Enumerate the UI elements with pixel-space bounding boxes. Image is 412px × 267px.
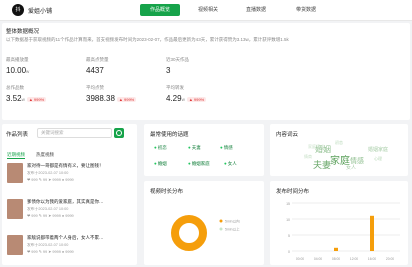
metric-label-30day: 近30天作品 (166, 57, 190, 62)
y-tick-label: 10 (286, 218, 290, 222)
wordcloud-title: 内容词云 (276, 132, 299, 138)
word: 心理 (374, 156, 382, 161)
y-tick-label: 0 (288, 250, 290, 254)
x-tick-label: 04:00 (314, 257, 322, 261)
x-tick-label: 08:00 (332, 257, 340, 261)
metric-label-avg-share: 平均转发 (166, 85, 184, 90)
tab-sales[interactable]: 带货数据 (286, 4, 326, 16)
time-dist-panel: 发布时间分布 15 10 5 0 00:00 04:00 08:00 12:00… (270, 181, 408, 265)
word: 家庭情感 (308, 144, 324, 149)
overview-title: 整体数据概况 (6, 29, 40, 35)
metric-value-total: 3.52w ▲ 999% (6, 94, 47, 103)
works-search-input[interactable]: 关键词搜索 (37, 128, 112, 138)
overview-panel: 整体数据概况 以下数据基于获取视频的11个作品计算而来，首支视频发布时间为202… (2, 23, 410, 120)
x-tick-label: 00:00 (296, 257, 304, 261)
y-tick-label: 15 (286, 202, 290, 206)
metric-value-30day: 3 (166, 66, 171, 75)
list-item[interactable]: 爹债你以为我的爱家庭，其实真是你… 发布于2023-02-07 10:00 ❤ … (7, 199, 130, 221)
duration-panel: 视频时长分布 视频时长 5min以内 5min以上 (144, 181, 264, 265)
app-logo: 抖 (12, 4, 24, 16)
metric-value-top-play: 10.00w (6, 66, 30, 75)
metric-label-total: 总作品数 (6, 85, 24, 90)
bar-16:00 (370, 215, 374, 251)
legend-dot (219, 219, 223, 223)
word: 初恋 (335, 140, 343, 145)
item-meta: 发布于2023-02-07 10:00 (27, 207, 69, 211)
tags-title: 最常使用的话题 (150, 132, 189, 138)
topic-tag[interactable]: 婚姻 (154, 160, 167, 167)
wordcloud-panel: 内容词云 婚姻 家庭 夫妻 情感 女人 婚姻家庭 初恋 心理 家庭情感 情商 (270, 124, 408, 176)
item-title: 家敌说都带着两个人身后，女人不累… (27, 235, 104, 240)
x-tick-label: 12:00 (350, 257, 358, 261)
word: 情商 (304, 154, 312, 159)
tags-panel: 最常使用的话题 初恋 夫妻 情感 婚姻 婚姻家庭 女人 (144, 124, 264, 176)
works-list-title: 作品列表 (6, 132, 29, 138)
search-icon[interactable] (114, 128, 124, 138)
subtab-recent[interactable]: 近期视频 (7, 152, 25, 159)
overview-note: 以下数据基于获取视频的11个作品计算而来，首支视频发布时间为2023-02-07… (6, 37, 289, 42)
duration-donut-chart: 视频时长 5min以内 5min以上 (171, 215, 240, 251)
app-name: 爱姐小铺 (28, 9, 53, 15)
video-thumbnail (7, 163, 23, 183)
item-title: 家对待一哥都是有情有义，要让图钱！ (27, 163, 104, 168)
item-stats: ❤ 999 ✎ 99 ➤ 9999 ● 9999 (27, 250, 74, 254)
donut-center-label: 视频时长 (181, 230, 197, 236)
metric-value-top-like: 4437 (86, 66, 104, 75)
video-thumbnail (7, 199, 23, 219)
subtab-hot[interactable]: 热度视频 (36, 152, 54, 158)
topic-tag[interactable]: 初恋 (154, 144, 167, 151)
x-tick-label: 20:00 (386, 257, 394, 261)
item-stats: ❤ 999 ✎ 99 ➤ 9999 ● 9999 (27, 214, 74, 218)
video-thumbnail (7, 235, 23, 255)
top-bar: 抖 爱姐小铺 作品概览 视频相关 直播数据 带货数据 (0, 0, 412, 21)
tab-live[interactable]: 直播数据 (236, 4, 276, 16)
tab-video[interactable]: 视频相关 (188, 4, 228, 16)
y-tick-label: 5 (288, 234, 290, 238)
topic-tag[interactable]: 女人 (224, 160, 237, 167)
topic-tag[interactable]: 夫妻 (188, 144, 201, 151)
topic-tag[interactable]: 情感 (220, 144, 233, 151)
metric-label-avg-like: 平均点赞 (86, 85, 104, 90)
legend-5min-inside: 5min以内 (225, 219, 240, 224)
word: 夫妻 (313, 160, 332, 170)
time-dist-bar-chart: 15 10 5 0 00:00 04:00 08:00 12:00 16:00 … (286, 202, 400, 261)
bar-08:00 (334, 247, 338, 251)
topic-tag[interactable]: 婚姻家庭 (188, 160, 210, 167)
metric-value-avg-share: 4.29w ▲ 999% (166, 94, 207, 103)
word: 婚姻家庭 (368, 147, 389, 153)
item-meta: 发布于2023-02-07 10:00 (27, 243, 69, 247)
tab-overview[interactable]: 作品概览 (140, 4, 180, 16)
legend-5min-over: 5min以上 (225, 227, 240, 232)
list-item[interactable]: 家对待一哥都是有情有义，要让图钱！ 发布于2023-02-07 10:00 ❤ … (7, 163, 130, 185)
legend-dot (219, 227, 223, 231)
item-meta: 发布于2023-02-07 10:00 (27, 171, 69, 175)
metric-value-avg-like: 3988.38 ▲ 999% (86, 94, 137, 103)
metric-label-top-like: 最高点赞量 (86, 57, 109, 62)
item-title: 爹债你以为我的爱家庭，其实真是你… (27, 199, 104, 204)
metric-label-top-play: 最高播放量 (6, 57, 29, 62)
item-stats: ❤ 999 ✎ 99 ➤ 9999 ● 9999 (27, 178, 74, 182)
works-list-panel: 作品列表 关键词搜索 近期视频 热度视频 家对待一哥都是有情有义，要让图钱！ 发… (2, 124, 137, 265)
word: 女人 (346, 165, 357, 171)
list-item[interactable]: 家敌说都带着两个人身后，女人不累… 发布于2023-02-07 10:00 ❤ … (7, 235, 130, 257)
x-tick-label: 16:00 (368, 257, 376, 261)
